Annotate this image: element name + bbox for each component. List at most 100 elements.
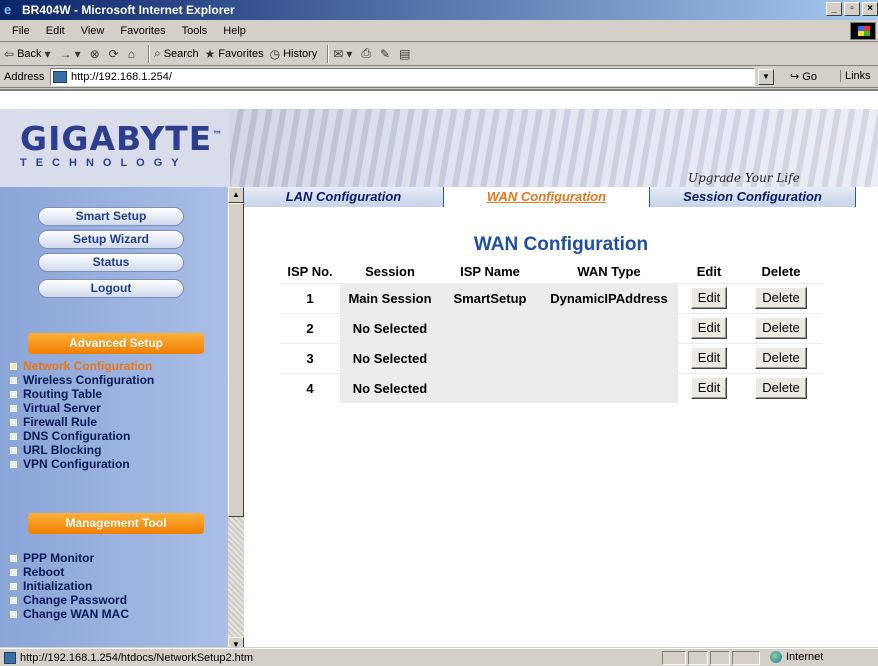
edit-cell: Edit [678,342,740,373]
page-content: GIGABYTE™ TECHNOLOGY Upgrade Your Life S… [0,89,878,647]
favorites-button[interactable]: ★ Favorites [205,47,264,61]
tab-wan-configuration[interactable]: WAN Configuration [444,187,650,207]
logo-subtitle: TECHNOLOGY [20,157,188,169]
wan-type-cell [540,372,678,403]
delete-button[interactable]: Delete [755,377,807,400]
menu-file[interactable]: File [4,25,38,37]
history-button[interactable]: ◷ History [270,47,318,61]
delete-cell: Delete [740,342,822,373]
address-dropdown-button[interactable]: ▼ [758,69,774,85]
refresh-button[interactable]: ⟳ [109,47,122,61]
table-row: 1 Main Session SmartSetup DynamicIPAddre… [280,282,822,313]
edit-cell: Edit [678,312,740,343]
close-button[interactable]: × [862,2,878,16]
slogan: Upgrade Your Life [688,171,800,185]
menu-favorites[interactable]: Favorites [112,25,173,37]
menu-view[interactable]: View [73,25,113,37]
minimize-button[interactable]: _ [826,2,842,16]
edit-button[interactable]: Edit [690,317,728,339]
status-panel [662,651,686,665]
stop-button[interactable]: ⊗ [90,47,103,61]
scroll-up-button[interactable]: ▲ [228,187,244,203]
session-cell: No Selected [340,372,440,403]
nav-scrollbar[interactable]: ▲ ▼ [228,187,244,647]
menu-tools[interactable]: Tools [174,25,216,37]
delete-button[interactable]: Delete [755,347,807,369]
header-banner: GIGABYTE™ TECHNOLOGY Upgrade Your Life [0,109,878,187]
edit-button[interactable]: Edit [690,377,728,400]
links-button[interactable]: Links [840,70,871,82]
edit-button[interactable]: Edit [690,287,728,309]
edit-button[interactable]: ✎ [380,47,393,61]
nav-change-password[interactable]: Change Password [10,593,220,607]
session-cell: Main Session [340,282,440,313]
delete-cell: Delete [740,312,822,343]
edit-button[interactable]: Edit [690,347,728,369]
back-arrow-icon: ⇦ [4,46,15,61]
print-icon: ⎙ [361,46,371,60]
maximize-button[interactable]: ▫ [844,2,860,16]
nav-change-wan-mac[interactable]: Change WAN MAC [10,607,220,621]
table-header-row: ISP No. Session ISP Name WAN Type Edit D… [280,261,822,283]
status-panel [710,651,730,665]
status-button[interactable]: Status [38,253,184,272]
print-button[interactable]: ⎙ [361,46,374,61]
nav-vpn-configuration[interactable]: VPN Configuration [10,457,220,471]
delete-button[interactable]: Delete [755,317,807,339]
nav-initialization[interactable]: Initialization [10,579,220,593]
mail-icon: ✉ [333,46,344,61]
nav-network-configuration[interactable]: Network Configuration [10,359,220,373]
setup-wizard-button[interactable]: Setup Wizard [38,230,184,249]
menu-help[interactable]: Help [215,25,254,37]
tab-session-configuration[interactable]: Session Configuration [650,187,856,207]
search-button[interactable]: ⌕ Search [154,46,199,61]
scroll-down-button[interactable]: ▼ [228,637,244,647]
toolbar-separator [147,44,150,63]
nav-wireless-configuration[interactable]: Wireless Configuration [10,373,220,387]
home-icon: ⌂ [127,46,135,61]
address-input[interactable]: http://192.168.1.254/ [50,68,755,86]
refresh-icon: ⟳ [108,46,119,61]
forward-arrow-icon: → [59,46,72,61]
column-header: WAN Type [540,261,678,283]
nav-ppp-monitor[interactable]: PPP Monitor [10,551,220,565]
menu-edit[interactable]: Edit [38,25,73,37]
config-tabs: LAN Configuration WAN Configuration Sess… [244,187,856,207]
nav-routing-table[interactable]: Routing Table [10,387,220,401]
nav-virtual-server[interactable]: Virtual Server [10,401,220,415]
status-panel [732,651,760,665]
bullet-icon [10,390,17,398]
discuss-button[interactable]: ▤ [399,47,413,61]
internet-globe-icon [770,651,782,663]
isp-name-cell [440,342,540,373]
table-row: 2 No Selected Edit Delete [280,312,822,343]
nav-dns-configuration[interactable]: DNS Configuration [10,429,220,443]
bullet-icon [10,404,17,412]
column-header: Session [340,261,440,283]
scrollbar-thumb[interactable] [228,203,244,517]
bullet-icon [10,460,17,468]
go-button[interactable]: ↪ Go [790,70,817,83]
wan-table: ISP No. Session ISP Name WAN Type Edit D… [280,261,822,403]
bullet-icon [10,432,17,440]
tab-lan-configuration[interactable]: LAN Configuration [244,187,444,207]
nav-reboot[interactable]: Reboot [10,565,220,579]
nav-firewall-rule[interactable]: Firewall Rule [10,415,220,429]
table-row: 4 No Selected Edit Delete [280,372,822,403]
discuss-icon: ▤ [399,46,411,61]
smart-setup-button[interactable]: Smart Setup [38,207,184,226]
bullet-icon [10,610,17,618]
security-zone: Internet [770,651,823,663]
mail-button[interactable]: ✉ ▾ [333,47,355,61]
bullet-icon [10,582,17,590]
home-button[interactable]: ⌂ [128,47,138,61]
wan-type-cell [540,312,678,343]
nav-url-blocking[interactable]: URL Blocking [10,443,220,457]
isp-name-cell: SmartSetup [440,282,540,313]
delete-button[interactable]: Delete [755,287,807,309]
isp-no-cell: 3 [280,342,340,373]
back-button[interactable]: ⇦ Back ▾ [4,47,54,61]
left-navigation: Smart Setup Setup Wizard Status Logout A… [0,187,228,647]
logout-button[interactable]: Logout [38,279,184,298]
forward-button[interactable]: → ▾ [60,47,84,61]
